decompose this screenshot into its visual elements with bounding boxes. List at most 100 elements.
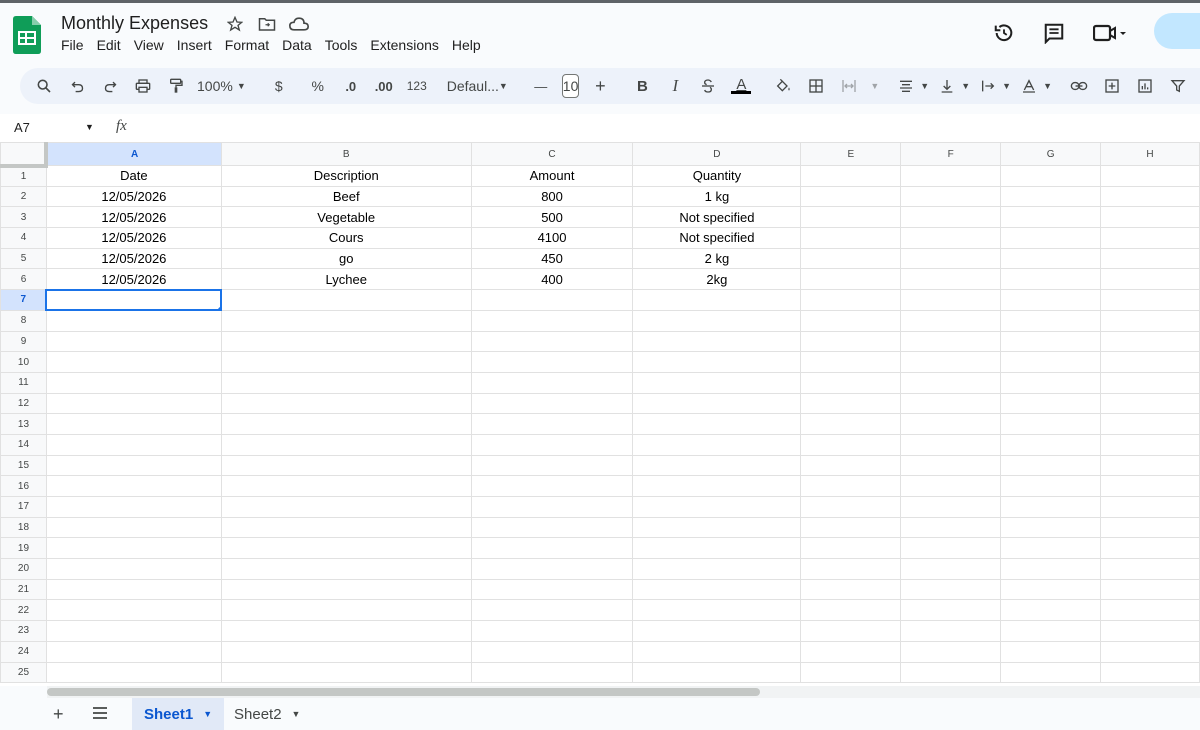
cell-d9[interactable] <box>632 330 802 353</box>
add-sheet-button[interactable]: + <box>53 704 64 725</box>
row-header[interactable]: 8 <box>0 309 47 332</box>
row-header[interactable]: 16 <box>0 475 47 497</box>
cell-c10[interactable] <box>470 351 634 373</box>
text-wrapping-dropdown-icon[interactable]: ▼ <box>1002 81 1011 91</box>
text-wrapping-icon[interactable] <box>976 74 1000 98</box>
cell-f9[interactable] <box>900 330 1002 353</box>
cell-a24[interactable] <box>45 640 222 663</box>
move-to-folder-icon[interactable] <box>257 14 277 34</box>
cell-g4[interactable] <box>1000 227 1102 249</box>
merge-dropdown-icon[interactable]: ▼ <box>870 81 879 91</box>
cell-g10[interactable] <box>1000 351 1102 373</box>
cell-f18[interactable] <box>900 516 1002 539</box>
cell-h2[interactable] <box>1100 185 1200 208</box>
cell-b6[interactable]: Lychee <box>220 268 472 291</box>
percent-format-button[interactable]: % <box>306 74 330 98</box>
cell-a14[interactable] <box>45 433 222 456</box>
version-history-icon[interactable] <box>992 21 1016 45</box>
cell-c20[interactable] <box>470 558 634 580</box>
cell-b9[interactable] <box>220 330 472 353</box>
cell-a15[interactable] <box>45 454 222 477</box>
cell-e4[interactable] <box>800 227 902 249</box>
cell-g21[interactable] <box>1000 578 1102 601</box>
cell-d7[interactable] <box>632 289 802 311</box>
cell-b19[interactable] <box>220 537 472 560</box>
cell-e5[interactable] <box>800 247 902 270</box>
cell-a12[interactable] <box>45 392 222 415</box>
cell-d10[interactable] <box>632 351 802 373</box>
cell-g3[interactable] <box>1000 206 1102 229</box>
cell-b5[interactable]: go <box>220 247 472 270</box>
menu-extensions[interactable]: Extensions <box>370 37 438 53</box>
cell-a5[interactable]: 12/05/2026 <box>45 247 222 270</box>
cell-f4[interactable] <box>900 227 1002 249</box>
insert-chart-icon[interactable] <box>1133 74 1157 98</box>
font-size-input[interactable]: 10 <box>561 74 580 98</box>
cell-h22[interactable] <box>1100 599 1200 622</box>
cell-e10[interactable] <box>800 351 902 373</box>
decrease-decimal-button[interactable]: .0 <box>339 74 363 98</box>
row-header[interactable]: 11 <box>0 371 47 394</box>
row-header[interactable]: 4 <box>0 227 47 249</box>
cell-e3[interactable] <box>800 206 902 229</box>
cell-a6[interactable]: 12/05/2026 <box>45 268 222 291</box>
star-icon[interactable] <box>225 14 245 34</box>
row-header[interactable]: 15 <box>0 454 47 477</box>
redo-icon[interactable] <box>98 74 122 98</box>
row-header[interactable]: 2 <box>0 185 47 208</box>
column-header-g[interactable]: G <box>1000 142 1102 166</box>
cell-f25[interactable] <box>900 661 1002 684</box>
cell-c14[interactable] <box>470 433 634 456</box>
cell-b1[interactable]: Description <box>220 165 472 187</box>
cell-c4[interactable]: 4100 <box>470 227 634 249</box>
cell-f1[interactable] <box>900 165 1002 187</box>
cell-c22[interactable] <box>470 599 634 622</box>
cell-d2[interactable]: 1 kg <box>632 185 802 208</box>
cell-b14[interactable] <box>220 433 472 456</box>
cell-e18[interactable] <box>800 516 902 539</box>
cell-d1[interactable]: Quantity <box>632 165 802 187</box>
cell-f11[interactable] <box>900 371 1002 394</box>
italic-button[interactable]: I <box>663 74 687 98</box>
menu-edit[interactable]: Edit <box>97 37 121 53</box>
cell-g18[interactable] <box>1000 516 1102 539</box>
cell-b17[interactable] <box>220 496 472 518</box>
merge-cells-icon[interactable] <box>837 74 861 98</box>
column-header-b[interactable]: B <box>220 142 472 166</box>
cell-c16[interactable] <box>470 475 634 497</box>
cell-d25[interactable] <box>632 661 802 684</box>
cell-h1[interactable] <box>1100 165 1200 187</box>
cell-d15[interactable] <box>632 454 802 477</box>
cell-c2[interactable]: 800 <box>470 185 634 208</box>
sheet-tab-dropdown-icon[interactable]: ▼ <box>292 709 301 719</box>
horizontal-align-icon[interactable] <box>894 74 918 98</box>
sheets-logo-icon[interactable] <box>13 16 41 54</box>
name-box-dropdown-icon[interactable]: ▼ <box>85 122 94 132</box>
menu-file[interactable]: File <box>61 37 84 53</box>
cell-g9[interactable] <box>1000 330 1102 353</box>
cell-b15[interactable] <box>220 454 472 477</box>
column-header-e[interactable]: E <box>800 142 902 166</box>
cell-b11[interactable] <box>220 371 472 394</box>
cell-a3[interactable]: 12/05/2026 <box>45 206 222 229</box>
row-header[interactable]: 9 <box>0 330 47 353</box>
cell-h10[interactable] <box>1100 351 1200 373</box>
cell-c18[interactable] <box>470 516 634 539</box>
cell-d16[interactable] <box>632 475 802 497</box>
cell-e23[interactable] <box>800 620 902 642</box>
cell-d22[interactable] <box>632 599 802 622</box>
cell-f19[interactable] <box>900 537 1002 560</box>
cell-d19[interactable] <box>632 537 802 560</box>
cell-e19[interactable] <box>800 537 902 560</box>
cell-g8[interactable] <box>1000 309 1102 332</box>
cell-h17[interactable] <box>1100 496 1200 518</box>
cell-g11[interactable] <box>1000 371 1102 394</box>
font-family-dropdown-icon[interactable]: ▼ <box>499 81 508 91</box>
vertical-align-icon[interactable] <box>935 74 959 98</box>
horizontal-scrollbar[interactable] <box>47 686 1200 698</box>
cell-d5[interactable]: 2 kg <box>632 247 802 270</box>
cell-e12[interactable] <box>800 392 902 415</box>
menu-insert[interactable]: Insert <box>177 37 212 53</box>
menu-tools[interactable]: Tools <box>325 37 358 53</box>
column-header-d[interactable]: D <box>632 142 802 166</box>
